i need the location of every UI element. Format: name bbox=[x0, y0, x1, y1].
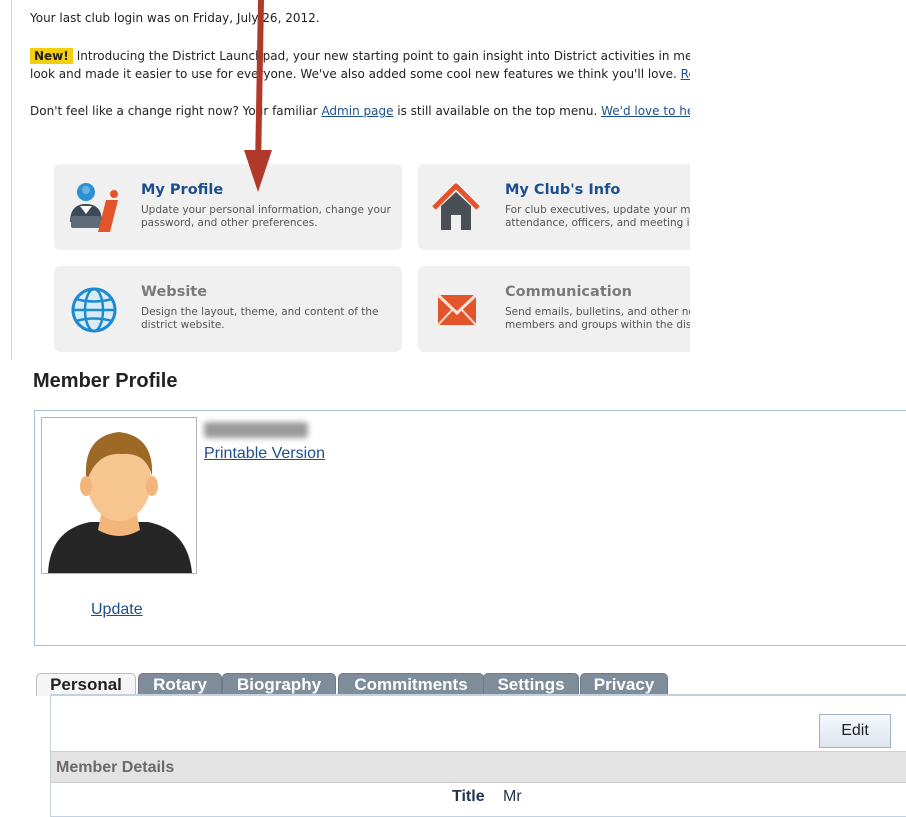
page-title: Member Profile bbox=[33, 370, 178, 392]
default-avatar-icon bbox=[48, 432, 192, 573]
tab-commitments[interactable]: Commitments bbox=[338, 673, 484, 695]
tile-title: Communication bbox=[505, 284, 633, 300]
tile-description: Send emails, bulletins, and other notic … bbox=[505, 306, 690, 332]
admin-page-link[interactable]: Admin page bbox=[321, 104, 393, 118]
tab-rotary[interactable]: Rotary bbox=[138, 673, 222, 695]
section-header: Member Details bbox=[51, 752, 906, 783]
tile-description-line2: password, and other preferences. bbox=[141, 217, 318, 229]
envelope-icon bbox=[436, 293, 478, 326]
tile-description: Update your personal information, change… bbox=[141, 204, 397, 230]
printable-version-link[interactable]: Printable Version bbox=[204, 445, 325, 463]
launchpad-announcement-line1: New! Introducing the District Launchpad, … bbox=[30, 47, 690, 65]
launchpad-announcement-line2: look and made it easier to use for every… bbox=[30, 65, 690, 83]
tile-title: My Club's Info bbox=[505, 182, 621, 198]
tile-description-line2: members and groups within the district bbox=[505, 319, 690, 331]
tile-description: Design the layout, theme, and content of… bbox=[141, 306, 397, 332]
tile-my-profile[interactable]: My Profile Update your personal informat… bbox=[54, 164, 402, 250]
new-badge: New! bbox=[30, 48, 73, 64]
change-text-after: is still available on the top menu. bbox=[393, 104, 602, 118]
last-login-text: Your last club login was on Friday, July… bbox=[30, 9, 690, 27]
feedback-link[interactable]: We'd love to hear y bbox=[601, 104, 690, 118]
profile-card: Printable Version Update bbox=[34, 410, 906, 646]
left-border-rule bbox=[11, 0, 12, 360]
tab-settings[interactable]: Settings bbox=[483, 673, 579, 695]
tile-title: My Profile bbox=[141, 182, 224, 198]
tile-description-line2: district website. bbox=[141, 319, 225, 331]
tab-personal[interactable]: Personal bbox=[36, 673, 136, 696]
tile-title: Website bbox=[141, 284, 208, 300]
admin-page-notice: Don't feel like a change right now? Your… bbox=[30, 102, 690, 120]
tile-my-clubs-info[interactable]: My Club's Info For club executives, upda… bbox=[418, 164, 690, 250]
annotation-arrow-icon bbox=[244, 0, 272, 192]
globe-icon bbox=[71, 287, 117, 333]
section-title: Member Details bbox=[56, 759, 175, 776]
member-details-panel: Edit Member Details Title Mr bbox=[50, 694, 906, 817]
profile-icon bbox=[70, 183, 118, 232]
tile-description: For club executives, update your mem att… bbox=[505, 204, 690, 230]
launchpad-tiles: My Profile Update your personal informat… bbox=[54, 164, 690, 356]
title-field-label: Title bbox=[452, 788, 485, 805]
avatar bbox=[41, 417, 197, 574]
tile-description-line1: Send emails, bulletins, and other notic bbox=[505, 306, 690, 318]
tab-privacy[interactable]: Privacy bbox=[580, 673, 668, 695]
house-icon bbox=[432, 183, 480, 230]
tile-description-line1: Update your personal information, change… bbox=[141, 204, 391, 216]
tile-description-line1: For club executives, update your mem bbox=[505, 204, 690, 216]
member-name-redacted bbox=[204, 417, 314, 443]
tab-biography[interactable]: Biography bbox=[222, 673, 336, 695]
read-more-link[interactable]: Read bbox=[681, 67, 690, 81]
launchpad-intro-text: Introducing the District Launchpad, your… bbox=[76, 49, 690, 63]
title-field-value: Mr bbox=[503, 788, 522, 805]
panel-toolbar: Edit bbox=[51, 696, 906, 752]
tile-description-line1: Design the layout, theme, and content of… bbox=[141, 306, 379, 318]
launchpad-intro-text-2: look and made it easier to use for every… bbox=[30, 67, 681, 81]
edit-button[interactable]: Edit bbox=[819, 714, 891, 748]
tile-description-line2: attendance, officers, and meeting info bbox=[505, 217, 690, 229]
tile-communication[interactable]: Communication Send emails, bulletins, an… bbox=[418, 266, 690, 352]
update-photo-link[interactable]: Update bbox=[91, 601, 143, 619]
tile-website[interactable]: Website Design the layout, theme, and co… bbox=[54, 266, 402, 352]
